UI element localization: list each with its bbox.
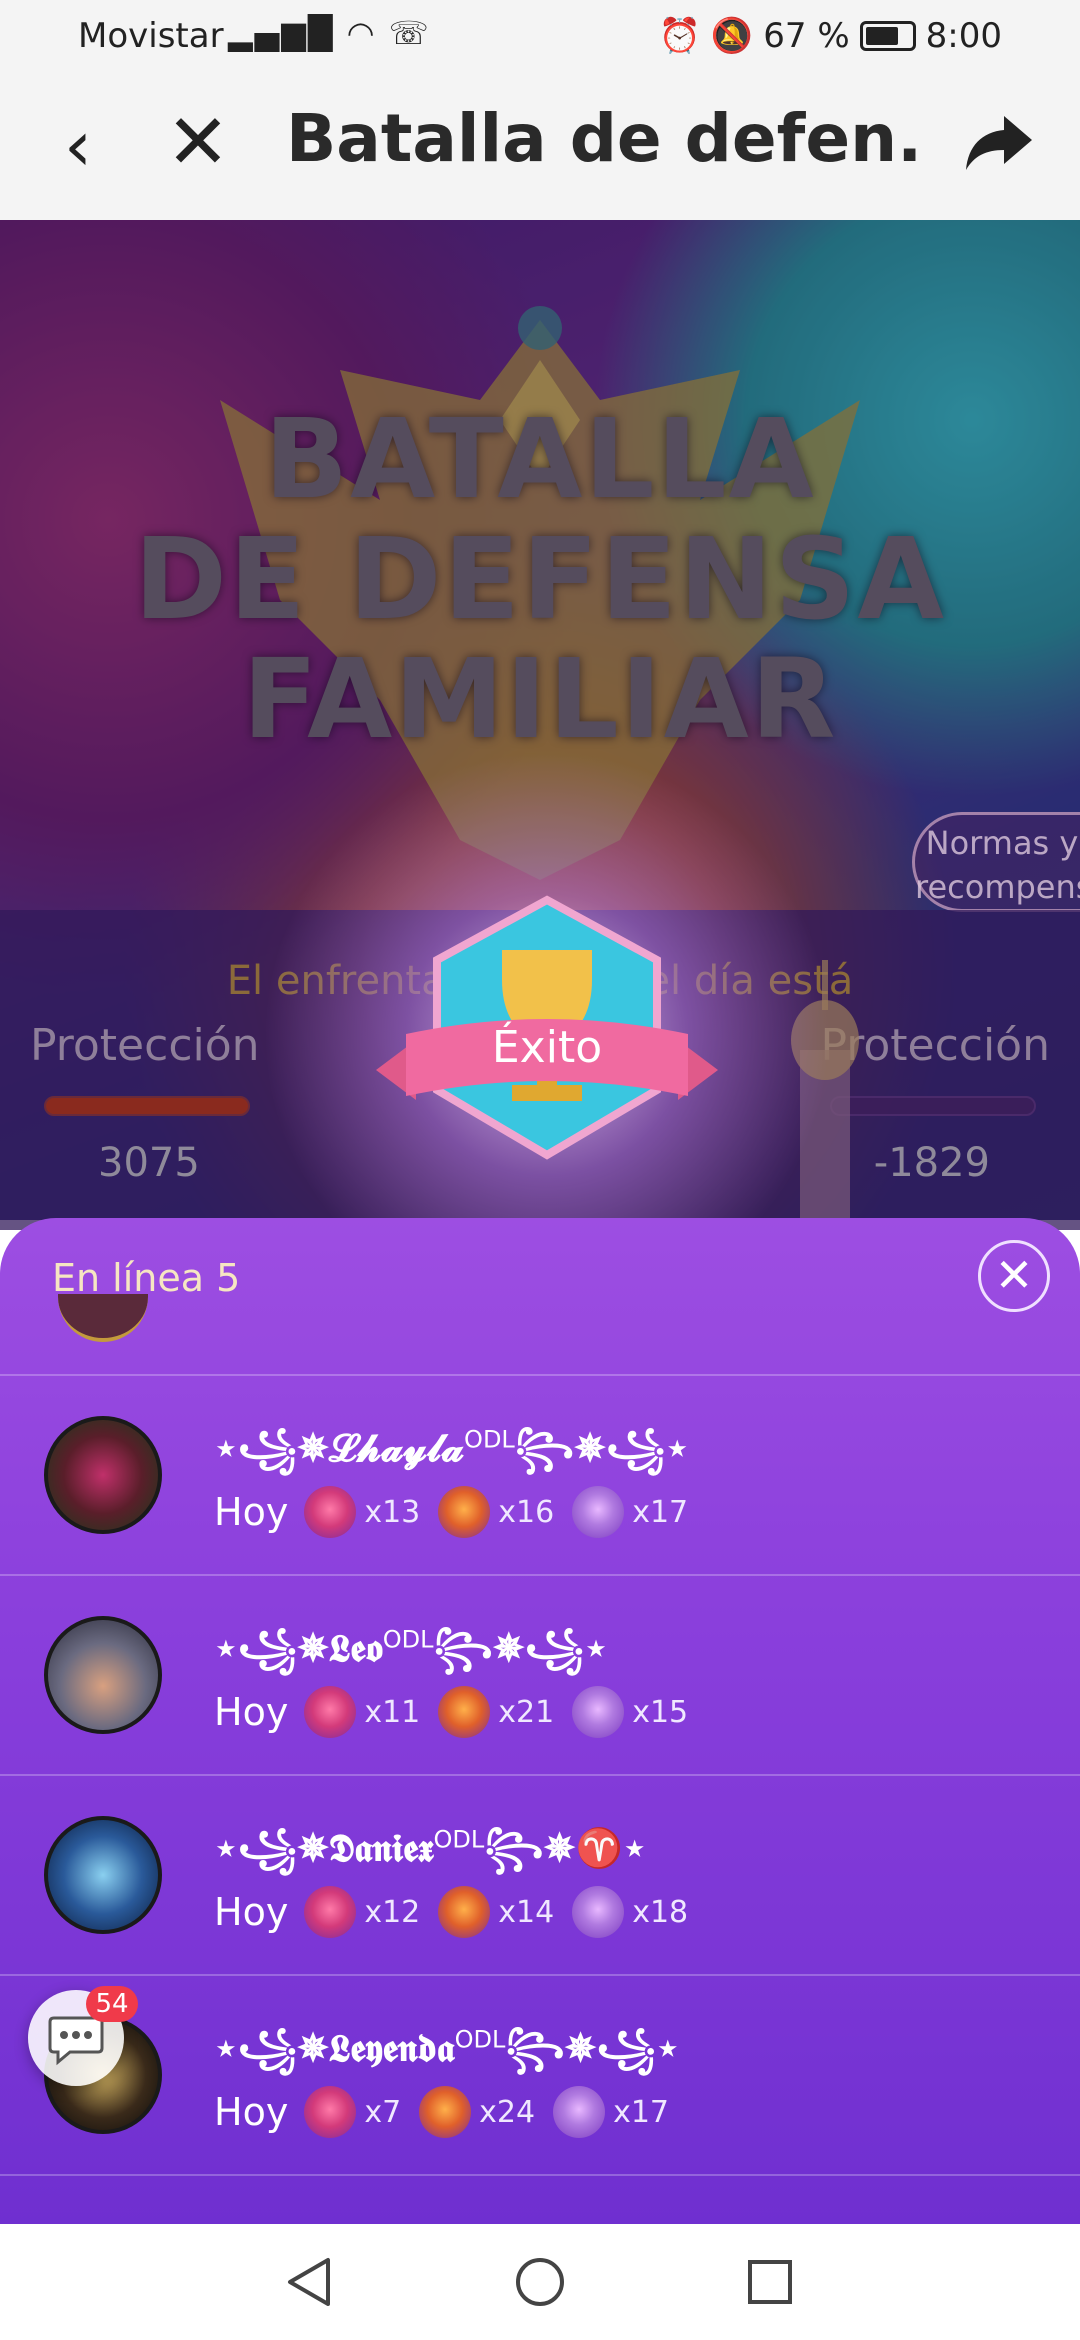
avatar[interactable] [44,1416,162,1534]
gift-book: x24 [419,2086,535,2138]
nav-home-icon[interactable] [510,2252,570,2312]
day-label: Hoy [214,1690,289,1734]
gift-book: x21 [438,1686,554,1738]
nav-recents-icon[interactable] [740,2252,800,2312]
rules-rewards-button[interactable]: Normas y recompensa [912,812,1080,912]
clock: 8:00 [925,16,1002,56]
battery-icon [859,21,916,51]
success-label: Éxito [491,1022,603,1073]
day-label: Hoy [214,2090,289,2134]
page-title: Batalla de defen... [286,100,926,177]
online-members-sheet: En línea 5 ✕ ⋆꧁✵𝓛𝓱𝓪𝔂𝓵𝓪ODL꧂✵꧁⋆ Hoy x13 x1… [0,1218,1080,2224]
member-name: ⋆꧁✵𝕯𝖆𝖓𝖎𝖊𝖝ODL꧂✵♈⋆ [214,1825,647,1870]
left-protection-bar [44,1096,250,1116]
close-icon[interactable]: ✕ [158,102,238,182]
left-protection-label: Protección [30,1020,260,1071]
member-meta: Hoy x7 x24 x17 [214,2086,687,2138]
book-icon [438,1886,491,1938]
book-icon [438,1686,491,1738]
coin-icon [572,1886,625,1938]
status-right: ⏰ 🔕 67 % 8:00 [659,16,1002,56]
system-nav-bar [0,2224,1080,2340]
member-name: ⋆꧁✵𝕷𝖊𝖞𝖊𝖓𝖉𝖆ODL꧂✵꧁⋆ [214,2025,680,2070]
title-bar: ‹ ✕ Batalla de defen... [0,72,1080,220]
list-item[interactable]: ⋆꧁✵𝕯𝖆𝖓𝖎𝖊𝖝ODL꧂✵♈⋆ Hoy x12 x14 x18 [0,1778,1080,1976]
gift-coin: x17 [553,2086,669,2138]
member-name: ⋆꧁✵𝕷𝖊𝖔ODL꧂✵꧁⋆ [214,1625,608,1670]
book-icon [438,1486,491,1538]
rules-label-2: recompensa [915,868,1080,906]
coin-icon [553,2086,606,2138]
status-bar: Movistar ▂▄▆█ ◠ ☏ ⏰ 🔕 67 % 8:00 [0,0,1080,72]
gift-crystal: x12 [304,1886,420,1938]
member-name: ⋆꧁✵𝓛𝓱𝓪𝔂𝓵𝓪ODL꧂✵꧁⋆ [214,1425,690,1470]
back-arrow-icon[interactable]: ‹ [48,106,108,186]
day-label: Hoy [214,1490,289,1534]
member-meta: Hoy x13 x16 x17 [214,1486,706,1538]
carrier-name: Movistar [78,16,224,56]
gift-coin: x18 [572,1886,688,1938]
list-item[interactable]: ⋆꧁✵𝕷𝖊𝖞𝖊𝖓𝖉𝖆ODL꧂✵꧁⋆ Hoy x7 x24 x17 [0,1978,1080,2176]
signal-wifi-icons: ▂▄▆█ ◠ ☏ [228,14,431,52]
nav-back-icon[interactable] [280,2252,340,2312]
share-arrow-icon[interactable] [960,102,1040,182]
gift-book: x14 [438,1886,554,1938]
sheet-close-button[interactable]: ✕ [978,1240,1050,1312]
right-protection-value: -1829 [873,1140,990,1186]
avatar[interactable] [44,1616,162,1734]
left-protection-value: 3075 [98,1140,200,1186]
avatar[interactable] [44,1816,162,1934]
gift-crystal: x11 [304,1686,420,1738]
chat-unread-badge: 54 [86,1986,138,2022]
member-meta: Hoy x11 x21 x15 [214,1686,706,1738]
day-label: Hoy [214,1890,289,1934]
list-item[interactable]: ⋆꧁✵𝓛𝓱𝓪𝔂𝓵𝓪ODL꧂✵꧁⋆ Hoy x13 x16 x17 [0,1378,1080,1576]
member-meta: Hoy x12 x14 x18 [214,1886,706,1938]
list-item[interactable]: ⋆꧁✵𝕷𝖊𝖔ODL꧂✵꧁⋆ Hoy x11 x21 x15 [0,1578,1080,1776]
gift-crystal: x13 [304,1486,420,1538]
coin-icon [572,1686,625,1738]
alarm-icon: ⏰ [658,16,701,56]
gift-coin: x17 [572,1486,688,1538]
crystal-icon [304,1886,357,1938]
crystal-icon [304,1686,357,1738]
rules-label-1: Normas y [925,824,1079,862]
crystal-icon [304,2086,357,2138]
crystal-icon [304,1486,357,1538]
book-icon [419,2086,472,2138]
list-item[interactable] [0,1294,1080,1376]
gift-crystal: x7 [304,2086,401,2138]
avatar [58,1294,148,1342]
gift-book: x16 [438,1486,554,1538]
battery-percent: 67 % [763,16,850,56]
mute-icon: 🔕 [710,16,754,56]
gift-coin: x15 [572,1686,688,1738]
coin-icon [572,1486,625,1538]
success-popup: Éxito [262,750,832,1320]
